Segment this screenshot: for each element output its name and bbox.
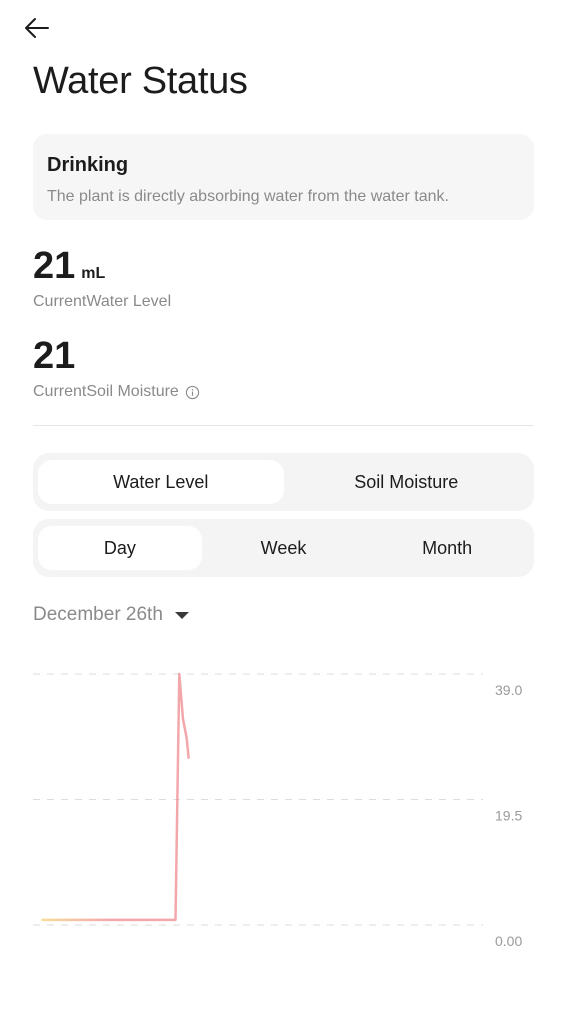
tab-week[interactable]: Week bbox=[202, 526, 366, 570]
y-tick-label: 0.00 bbox=[495, 933, 522, 949]
caret-down-icon bbox=[174, 611, 189, 619]
status-description: The plant is directly absorbing water fr… bbox=[47, 188, 449, 205]
series-line bbox=[41, 672, 190, 922]
y-tick-label: 39.0 bbox=[495, 682, 522, 698]
water-level-value: 21 bbox=[33, 245, 76, 287]
back-button[interactable] bbox=[22, 14, 52, 42]
water-level-label: CurrentWater Level bbox=[33, 293, 172, 310]
status-title: Drinking bbox=[47, 154, 129, 176]
tab-soil-moisture[interactable]: Soil Moisture bbox=[284, 460, 530, 504]
soil-moisture-value: 21 bbox=[33, 335, 76, 377]
divider bbox=[33, 425, 534, 426]
date-picker[interactable]: December 26th bbox=[33, 604, 189, 626]
soil-moisture-label: CurrentSoil Moisture bbox=[33, 383, 179, 400]
water-level-unit: mL bbox=[81, 265, 106, 282]
date-label: December 26th bbox=[33, 604, 163, 625]
water-level-chart: 39.0 19.5 0.00 bbox=[33, 672, 522, 949]
info-circle-icon[interactable] bbox=[185, 385, 200, 400]
soil-moisture-metric: 21 CurrentSoil Moisture bbox=[33, 337, 200, 401]
tab-water-level[interactable]: Water Level bbox=[38, 460, 284, 504]
tab-day[interactable]: Day bbox=[38, 526, 202, 570]
water-level-metric: 21 mL CurrentWater Level bbox=[33, 247, 171, 311]
page-title: Water Status bbox=[33, 60, 248, 102]
status-card: Drinking The plant is directly absorbing… bbox=[33, 134, 534, 220]
metric-segmented-control: Water Level Soil Moisture bbox=[33, 453, 534, 511]
tab-month[interactable]: Month bbox=[365, 526, 529, 570]
period-segmented-control: Day Week Month bbox=[33, 519, 534, 577]
y-tick-label: 19.5 bbox=[495, 808, 522, 824]
arrow-left-icon bbox=[25, 18, 49, 38]
